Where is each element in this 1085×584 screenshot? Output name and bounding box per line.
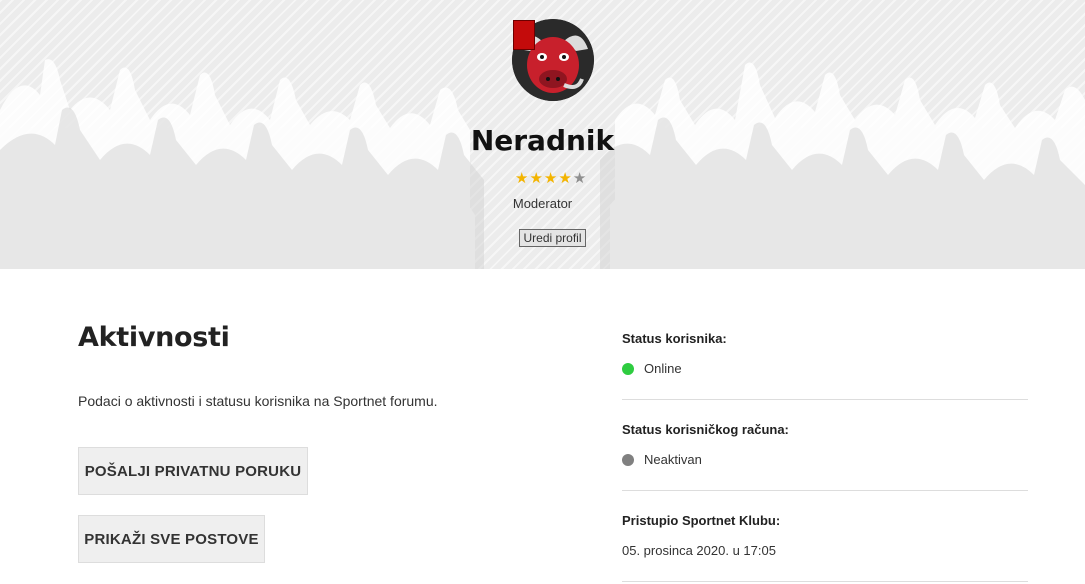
star-filled-icon: ★ — [558, 169, 572, 187]
star-empty-icon: ★ — [572, 169, 587, 187]
account-status-value: Neaktivan — [622, 452, 702, 467]
rating-stars: ★ ★ ★ ★ ★ — [515, 170, 586, 186]
profile-username: Neradnik — [470, 124, 615, 157]
send-private-message-button[interactable]: POŠALJI PRIVATNU PORUKU — [78, 447, 308, 495]
user-status-text: Online — [644, 361, 682, 376]
profile-header-banner: Neradnik ★ ★ ★ ★ ★ Moderator Uredi profi… — [0, 0, 1085, 269]
activity-description: Podaci o aktivnosti i statusu korisnika … — [78, 393, 438, 409]
user-status-value: Online — [622, 361, 682, 376]
star-filled-icon: ★ — [543, 169, 558, 187]
user-status-label: Status korisnika: — [622, 331, 727, 346]
online-status-dot-icon — [622, 362, 634, 375]
inactive-status-dot-icon — [622, 453, 634, 466]
edit-profile-button[interactable]: Uredi profil — [519, 229, 586, 247]
section-divider — [622, 399, 1028, 400]
avatar-flag-badge — [513, 20, 535, 50]
account-status-text: Neaktivan — [644, 452, 702, 467]
star-filled-icon: ★ — [529, 169, 543, 187]
activity-title: Aktivnosti — [78, 322, 230, 353]
section-divider — [622, 490, 1028, 491]
joined-label: Pristupio Sportnet Klubu: — [622, 513, 781, 528]
account-status-label: Status korisničkog računa: — [622, 422, 789, 437]
star-filled-icon: ★ — [515, 169, 529, 187]
show-all-posts-button[interactable]: PRIKAŽI SVE POSTOVE — [78, 515, 265, 563]
section-divider — [622, 581, 1028, 582]
profile-role: Moderator — [512, 196, 573, 211]
joined-date: 05. prosinca 2020. u 17:05 — [622, 543, 776, 558]
